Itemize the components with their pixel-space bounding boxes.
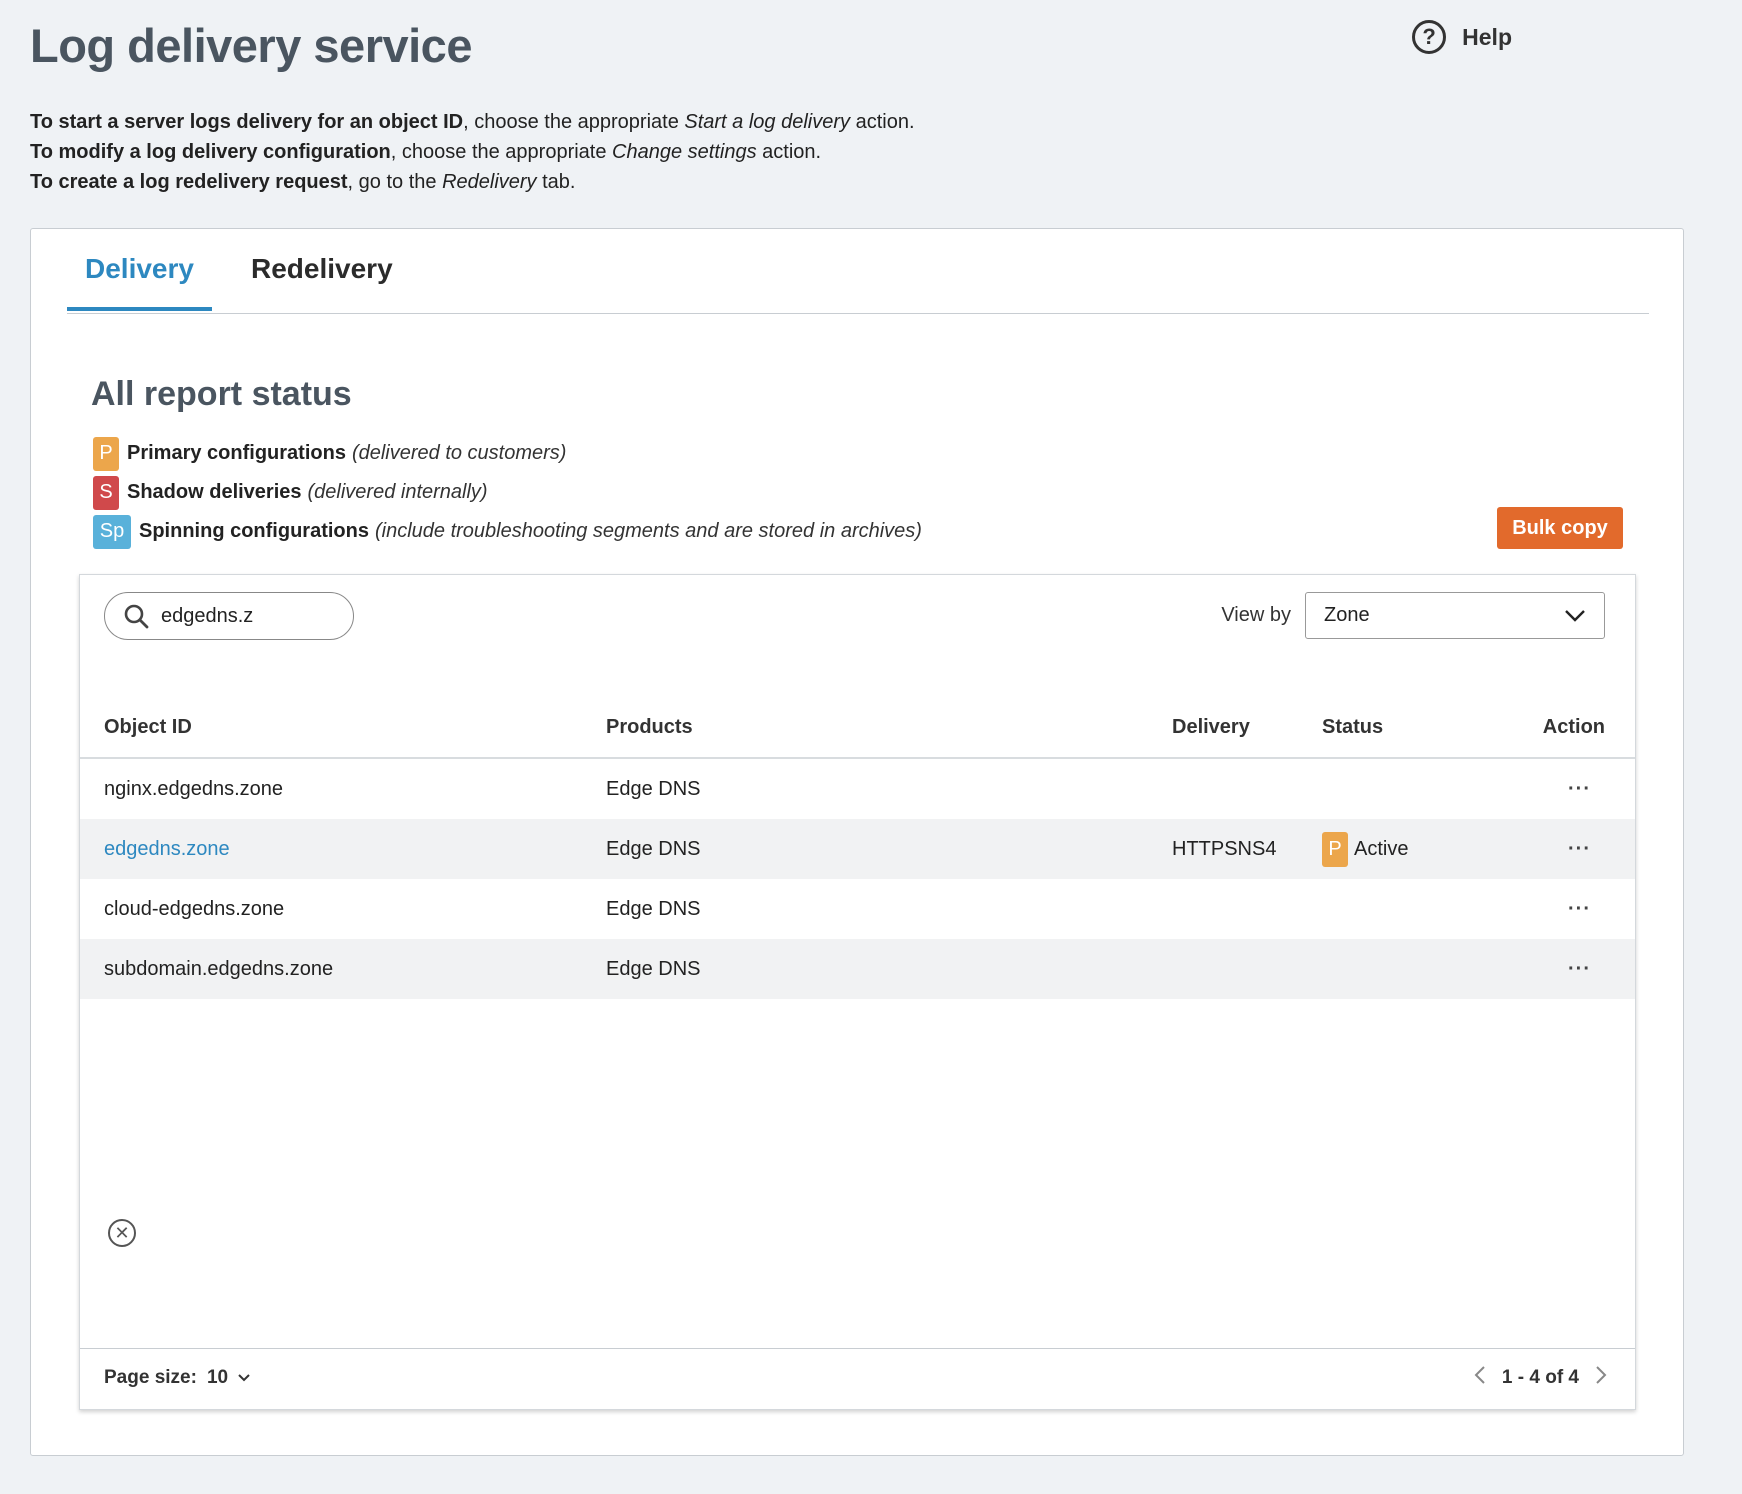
legend-shadow-label: Shadow deliveries: [127, 481, 302, 503]
row-action-menu-icon[interactable]: ···: [1568, 958, 1605, 980]
help-label: Help: [1462, 23, 1512, 50]
table-row: nginx.edgedns.zone Edge DNS ···: [80, 758, 1635, 819]
page-size-value: 10: [206, 1367, 229, 1388]
shadow-badge: S: [93, 475, 119, 510]
intro-line-start-text: , choose the appropriate: [463, 111, 685, 133]
help-link[interactable]: ? Help: [1412, 20, 1512, 54]
legend-primary-label: Primary configurations: [127, 442, 346, 464]
next-page-icon[interactable]: [1595, 1365, 1607, 1391]
cell-products: Edge DNS: [606, 819, 1172, 879]
status-legend: P Primary configurations (delivered to c…: [93, 434, 922, 551]
chevron-down-icon: [238, 1374, 250, 1382]
intro-line-start-action: Start a log delivery: [684, 111, 851, 133]
table-header-row: Object ID Products Delivery Status Actio…: [80, 697, 1635, 759]
legend-primary: P Primary configurations (delivered to c…: [93, 434, 922, 473]
intro-line-modify: To modify a log delivery configuration, …: [30, 137, 915, 167]
cell-products: Edge DNS: [606, 897, 701, 920]
section-title: All report status: [91, 375, 352, 413]
cell-object-id: subdomain.edgedns.zone: [80, 939, 606, 999]
intro-line-modify-text: , choose the appropriate: [390, 141, 613, 163]
page-range: 1 - 4 of 4: [1501, 1367, 1579, 1388]
status-text: Active: [1354, 837, 1409, 860]
intro-line-redelivery-text: , go to the: [347, 171, 443, 193]
search-input[interactable]: [159, 603, 343, 629]
legend-spinning-note: (include troubleshooting segments and ar…: [374, 520, 922, 542]
page-size-control: Page size: 10: [104, 1367, 250, 1389]
cell-delivery: [1172, 879, 1322, 939]
intro-line-start: To start a server logs delivery for an o…: [30, 107, 915, 137]
intro-line-start-bold: To start a server logs delivery for an o…: [30, 111, 464, 133]
legend-spinning: Sp Spinning configurations (include trou…: [93, 512, 922, 551]
row-action-menu-icon[interactable]: ···: [1568, 778, 1605, 800]
primary-badge: P: [93, 436, 119, 471]
table-row: cloud-edgedns.zone Edge DNS ···: [80, 879, 1635, 939]
page-size-select[interactable]: 10: [207, 1367, 250, 1389]
chevron-down-icon: [1565, 609, 1585, 622]
help-circle-icon: ?: [1412, 20, 1447, 54]
page-size-label: Page size:: [104, 1367, 197, 1388]
clear-search-icon[interactable]: ✕: [108, 1219, 136, 1247]
header-status[interactable]: Status: [1322, 697, 1500, 759]
cell-products: Edge DNS: [606, 777, 701, 800]
cell-delivery: HTTPSNS4: [1172, 819, 1322, 879]
cell-delivery: [1172, 939, 1322, 999]
cell-status: [1322, 879, 1500, 939]
row-action-menu-icon[interactable]: ···: [1568, 898, 1605, 920]
row-action-menu-icon[interactable]: ···: [1568, 838, 1605, 860]
cell-products: Edge DNS: [606, 939, 1172, 999]
cell-object-id-link[interactable]: edgedns.zone: [104, 838, 230, 860]
header-products[interactable]: Products: [606, 697, 1172, 759]
legend-shadow-note: (delivered internally): [307, 481, 488, 503]
header-delivery[interactable]: Delivery: [1172, 697, 1322, 759]
cell-status: P Active: [1322, 831, 1500, 867]
legend-shadow: S Shadow deliveries (delivered internall…: [93, 473, 922, 512]
cell-object-id: cloud-edgedns.zone: [104, 897, 285, 920]
intro-line-modify-end: action.: [756, 141, 822, 163]
previous-page-icon[interactable]: [1474, 1365, 1486, 1391]
tab-delivery[interactable]: Delivery: [67, 253, 212, 311]
intro-line-modify-action: Change settings: [612, 141, 757, 163]
header-object-id[interactable]: Object ID: [80, 697, 606, 759]
cell-status: [1322, 939, 1500, 999]
intro-line-redelivery: To create a log redelivery request, go t…: [30, 167, 915, 197]
delivery-card: Delivery Redelivery All report status P …: [30, 228, 1684, 1456]
bulk-copy-button[interactable]: Bulk copy: [1497, 507, 1623, 549]
page-title: Log delivery service: [30, 19, 472, 72]
spinning-badge: Sp: [93, 514, 131, 549]
tab-redelivery[interactable]: Redelivery: [233, 253, 411, 311]
header-action: Action: [1500, 697, 1635, 759]
table-footer: Page size: 10 1 - 4 of 4: [80, 1348, 1635, 1409]
intro-instructions: To start a server logs delivery for an o…: [30, 107, 915, 197]
object-table-card: ✕ View by Zone Object ID Products Delive…: [79, 574, 1636, 1410]
pagination: 1 - 4 of 4: [1474, 1365, 1607, 1391]
search-field[interactable]: [104, 592, 354, 640]
table-row: subdomain.edgedns.zone Edge DNS ···: [80, 939, 1635, 999]
view-by-label: View by: [1221, 604, 1291, 626]
cell-delivery: [1172, 758, 1322, 819]
view-by-select[interactable]: Zone: [1305, 592, 1605, 639]
cell-object-id: nginx.edgedns.zone: [104, 777, 284, 800]
view-by-control: View by Zone: [1221, 592, 1605, 639]
primary-status-badge: P: [1322, 831, 1348, 867]
object-table: Object ID Products Delivery Status Actio…: [80, 697, 1635, 999]
intro-line-modify-bold: To modify a log delivery configuration: [30, 141, 391, 163]
table-row: edgedns.zone Edge DNS HTTPSNS4 P Active …: [80, 819, 1635, 879]
cell-status: [1322, 758, 1500, 819]
view-by-selected: Zone: [1324, 604, 1370, 626]
search-icon: [124, 604, 149, 629]
legend-spinning-label: Spinning configurations: [139, 520, 369, 542]
tab-bar: Delivery Redelivery: [67, 229, 1649, 314]
intro-line-redelivery-tab: Redelivery: [442, 171, 537, 193]
legend-primary-note: (delivered to customers): [351, 442, 567, 464]
intro-line-redelivery-bold: To create a log redelivery request: [30, 171, 348, 193]
intro-line-redelivery-end: tab.: [536, 171, 576, 193]
intro-line-start-end: action.: [850, 111, 915, 133]
